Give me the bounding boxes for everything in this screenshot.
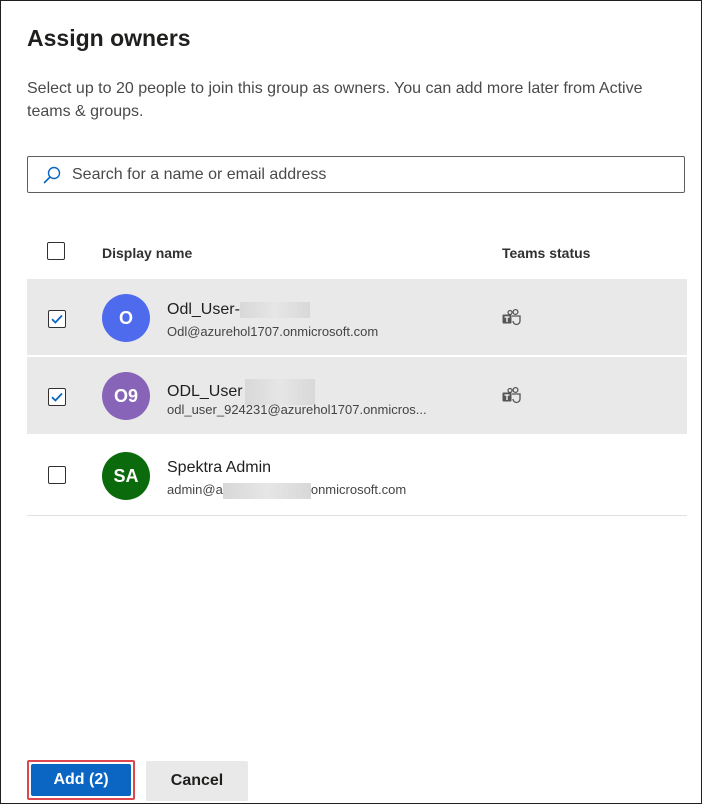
row-checkbox[interactable] [48, 466, 66, 484]
column-teams-status[interactable]: Teams status [502, 245, 590, 261]
user-name-text: ODL_User [167, 383, 243, 401]
add-button-highlight: Add (2) [27, 760, 135, 800]
row-checkbox[interactable] [48, 388, 66, 406]
column-display-name[interactable]: Display name [102, 245, 192, 261]
user-email: Odl@azurehol1707.onmicrosoft.com [167, 324, 379, 339]
table-header: Display name Teams status [27, 233, 687, 273]
user-email: odl_user_924231@azurehol1707.onmicros... [167, 402, 427, 417]
search-box[interactable] [27, 156, 685, 193]
user-email-suffix: onmicrosoft.com [310, 482, 407, 497]
cancel-button[interactable]: Cancel [146, 761, 248, 801]
avatar: O9 [102, 372, 150, 420]
redacted-text [222, 482, 311, 499]
teams-icon [501, 308, 523, 328]
table-row[interactable]: O Odl_User- Odl@azurehol1707.onmicrosoft… [27, 279, 687, 356]
user-email-prefix: admin@a [167, 482, 223, 497]
add-button[interactable]: Add (2) [31, 764, 131, 796]
user-email: admin@a onmicrosoft.com [167, 482, 406, 499]
search-input[interactable] [72, 157, 672, 192]
avatar: SA [102, 452, 150, 500]
row-divider [27, 355, 687, 356]
user-name: Odl_User- [167, 301, 310, 319]
user-name: Spektra Admin [167, 459, 272, 476]
user-name-text: Odl_User- [167, 301, 240, 318]
assign-owners-dialog: Assign owners Select up to 20 people to … [0, 0, 702, 804]
teams-icon [501, 386, 523, 406]
dialog-description: Select up to 20 people to join this grou… [27, 80, 643, 120]
select-all-checkbox[interactable] [47, 242, 65, 260]
avatar: O [102, 294, 150, 342]
table-row[interactable]: SA Spektra Admin admin@a onmicrosoft.com [27, 435, 687, 516]
redacted-text [239, 301, 310, 318]
row-checkbox[interactable] [48, 310, 66, 328]
search-icon [42, 165, 62, 185]
dialog-title: Assign owners [27, 25, 191, 51]
table-row[interactable]: O9 ODL_User odl_user_924231@azurehol1707… [27, 357, 687, 434]
